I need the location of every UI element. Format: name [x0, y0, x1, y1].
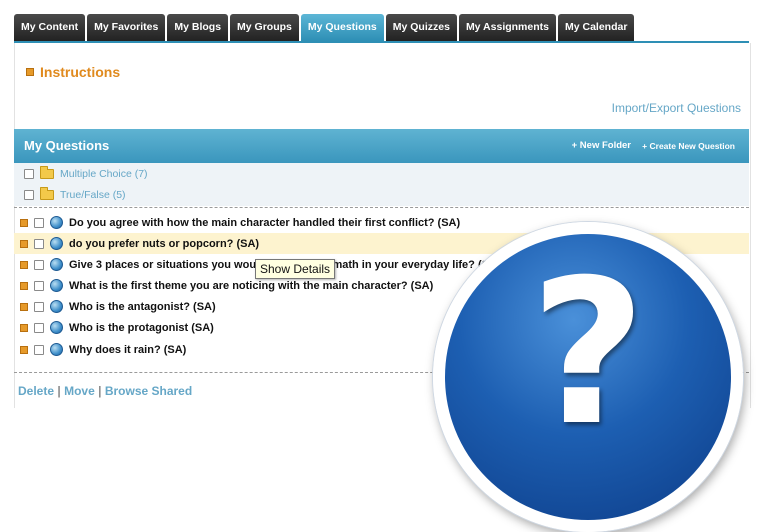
questions-header-bar: My Questions + New Folder + Create New Q… — [14, 129, 749, 163]
info-icon[interactable] — [50, 343, 63, 356]
folder-icon — [40, 187, 54, 200]
tab-my-quizzes[interactable]: My Quizzes — [385, 14, 457, 41]
tab-my-calendar[interactable]: My Calendar — [557, 14, 635, 41]
folder-icon — [40, 166, 54, 179]
action-separator: | — [57, 384, 61, 398]
info-icon[interactable] — [50, 258, 63, 271]
question-checkbox[interactable] — [34, 217, 44, 228]
folder-list: Multiple Choice (7) True/False (5) — [14, 163, 749, 206]
tab-my-groups[interactable]: My Groups — [230, 14, 299, 41]
expand-square-icon[interactable] — [20, 281, 28, 290]
expand-square-icon[interactable] — [20, 345, 28, 354]
bulk-actions: Delete | Move | Browse Shared — [18, 384, 192, 398]
instructions-toggle[interactable]: Instructions — [26, 64, 120, 80]
folder-label[interactable]: True/False (5) — [60, 189, 126, 201]
expand-square-icon[interactable] — [20, 302, 28, 311]
info-icon[interactable] — [50, 216, 63, 229]
expand-square-icon — [26, 68, 34, 76]
divider — [14, 207, 749, 208]
delete-link[interactable]: Delete — [18, 384, 54, 398]
move-link[interactable]: Move — [64, 384, 95, 398]
question-checkbox[interactable] — [34, 259, 44, 270]
tab-my-favorites[interactable]: My Favorites — [87, 14, 166, 41]
question-text[interactable]: Who is the antagonist? (SA) — [69, 301, 216, 313]
info-icon[interactable] — [50, 300, 63, 313]
expand-square-icon[interactable] — [20, 323, 28, 332]
new-folder-button[interactable]: + New Folder — [572, 140, 631, 151]
info-icon[interactable] — [50, 237, 63, 250]
info-icon[interactable] — [50, 321, 63, 334]
folder-label[interactable]: Multiple Choice (7) — [60, 168, 148, 180]
tab-my-questions[interactable]: My Questions — [300, 14, 384, 41]
question-mark-glyph: ? — [529, 237, 646, 470]
folder-item[interactable]: Multiple Choice (7) — [24, 165, 148, 183]
question-checkbox[interactable] — [34, 322, 44, 333]
question-text[interactable]: do you prefer nuts or popcorn? (SA) — [69, 238, 259, 250]
tab-my-content[interactable]: My Content — [14, 14, 86, 41]
browse-shared-link[interactable]: Browse Shared — [105, 384, 192, 398]
action-separator: | — [98, 384, 102, 398]
question-checkbox[interactable] — [34, 344, 44, 355]
questions-title: My Questions — [24, 138, 110, 153]
folder-checkbox[interactable] — [24, 169, 34, 179]
question-checkbox[interactable] — [34, 301, 44, 312]
instructions-label: Instructions — [40, 64, 121, 80]
info-icon[interactable] — [50, 279, 63, 292]
question-checkbox[interactable] — [34, 238, 44, 249]
question-text[interactable]: Who is the protagonist (SA) — [69, 322, 214, 334]
tab-my-blogs[interactable]: My Blogs — [167, 14, 229, 41]
question-checkbox[interactable] — [34, 280, 44, 291]
expand-square-icon[interactable] — [20, 239, 28, 248]
question-text[interactable]: What is the first theme you are noticing… — [69, 280, 433, 292]
create-question-button[interactable]: + Create New Question — [642, 141, 735, 151]
tab-bar: My Content My Favorites My Blogs My Grou… — [14, 14, 635, 41]
question-text[interactable]: Do you agree with how the main character… — [69, 217, 460, 229]
expand-square-icon[interactable] — [20, 260, 28, 269]
import-export-link[interactable]: Import/Export Questions — [612, 101, 741, 115]
folder-item[interactable]: True/False (5) — [24, 186, 126, 204]
expand-square-icon[interactable] — [20, 218, 28, 227]
help-question-mark-icon: ? — [433, 222, 743, 532]
show-details-tooltip: Show Details — [255, 259, 336, 279]
tab-my-assignments[interactable]: My Assignments — [458, 14, 556, 41]
folder-checkbox[interactable] — [24, 190, 34, 200]
question-text[interactable]: Why does it rain? (SA) — [69, 344, 186, 356]
